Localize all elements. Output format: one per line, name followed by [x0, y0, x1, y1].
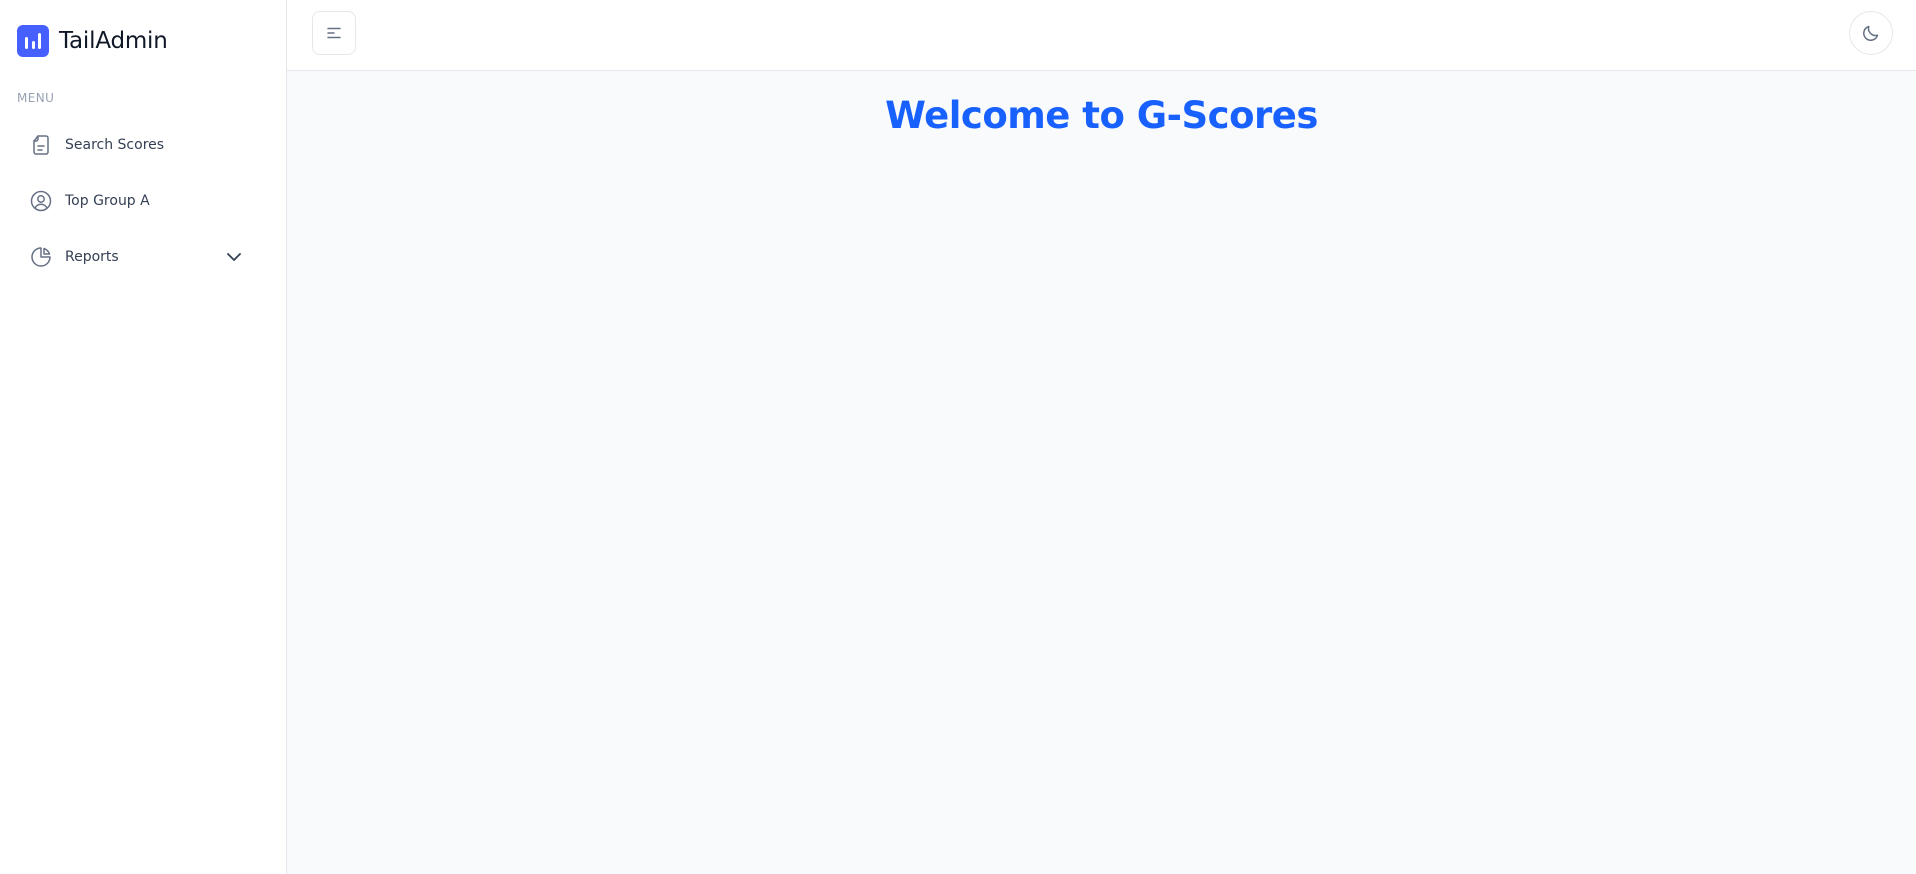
main-content: Welcome to G-Scores — [287, 71, 1916, 874]
hamburger-menu-icon — [325, 24, 343, 42]
user-circle-icon — [29, 189, 53, 213]
brand-name: TailAdmin — [59, 28, 168, 54]
sidebar-item-top-group-a[interactable]: Top Group A — [17, 179, 258, 223]
document-icon — [29, 133, 53, 157]
sidebar-item-search-scores[interactable]: Search Scores — [17, 123, 258, 167]
sidebar-item-label: Search Scores — [65, 137, 165, 153]
brand[interactable]: TailAdmin — [17, 25, 168, 57]
chevron-down-icon[interactable] — [222, 245, 246, 269]
page-title: Welcome to G-Scores — [885, 94, 1318, 137]
sidebar: TailAdmin MENU Search Scores Top Group A… — [0, 0, 287, 874]
app-root: TailAdmin MENU Search Scores Top Group A… — [0, 0, 1916, 874]
menu-heading: MENU — [17, 91, 55, 105]
pie-chart-icon — [29, 245, 53, 269]
sidebar-item-label: Top Group A — [65, 193, 150, 209]
top-header — [287, 0, 1916, 71]
sidebar-toggle-button[interactable] — [312, 11, 356, 55]
sidebar-item-reports[interactable]: Reports — [17, 235, 258, 279]
brand-logo-icon — [17, 25, 49, 57]
moon-icon — [1861, 23, 1881, 43]
theme-toggle-button[interactable] — [1849, 11, 1893, 55]
sidebar-item-label: Reports — [65, 249, 119, 265]
